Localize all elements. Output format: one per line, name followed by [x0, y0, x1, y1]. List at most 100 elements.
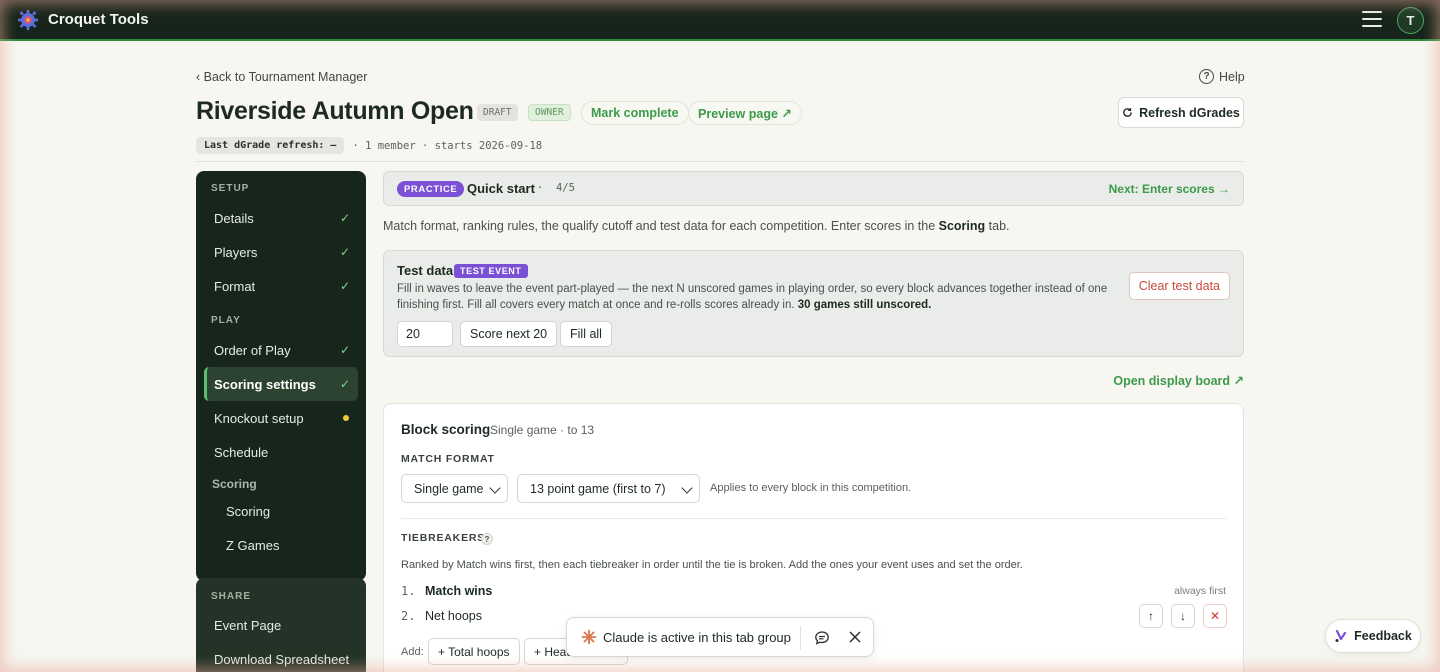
practice-tag: PRACTICE	[397, 181, 465, 197]
sidebar-item-label: Details	[214, 210, 254, 226]
test-data-title: Test data	[397, 263, 454, 278]
claude-spark-icon	[581, 629, 597, 645]
section-divider	[401, 518, 1227, 519]
dgrade-refresh-chip: Last dGrade refresh: —	[196, 137, 345, 154]
header-divider	[196, 161, 1244, 162]
quick-start-progress-value: 4/5	[555, 182, 575, 194]
chevron-down-icon	[681, 482, 693, 494]
back-to-tournament-manager-link[interactable]: ‹ Back to Tournament Manager	[196, 70, 367, 84]
event-meta: Last dGrade refresh: — · 1 member · star…	[196, 137, 542, 154]
always-first-note: always first	[1174, 585, 1226, 597]
points-select[interactable]: 13 point game (first to 7)	[517, 474, 700, 503]
sidebar-item-label: Schedule	[214, 444, 269, 460]
sidebar-item-details[interactable]: Details ✓	[204, 202, 358, 234]
remove-tiebreaker-button[interactable]: ✕	[1203, 604, 1227, 628]
sidebar-item-label: Knockout setup	[214, 410, 304, 426]
claude-status-text: Claude is active in this tab group	[603, 630, 791, 645]
preview-page-button[interactable]: Preview page ↗	[688, 101, 802, 125]
sidebar-item-label: Scoring settings	[214, 376, 316, 392]
sidebar-item-scoring[interactable]: Scoring	[216, 496, 358, 526]
block-scoring-subtitle: Single game · to 13	[490, 423, 595, 437]
mark-complete-button[interactable]: Mark complete	[581, 101, 689, 125]
claude-status-bar: Claude is active in this tab group	[566, 617, 874, 657]
sidebar-item-schedule[interactable]: Schedule	[204, 436, 358, 468]
sidebar-item-label: Download Spreadsheet	[214, 651, 350, 667]
sidebar-item-players[interactable]: Players ✓	[204, 236, 358, 268]
chat-bubble-icon[interactable]	[814, 630, 830, 646]
sidebar-item-event-page[interactable]: Event Page	[204, 609, 358, 641]
question-circle-icon: ?	[1199, 69, 1214, 84]
games-count-input[interactable]	[397, 321, 453, 347]
feedback-label: Feedback	[1354, 629, 1412, 643]
score-next-button[interactable]: Score next 20	[460, 321, 558, 347]
sidebar-section-play: PLAY	[211, 315, 241, 326]
points-value: 13 point game (first to 7)	[530, 481, 666, 496]
move-down-button[interactable]: ↓	[1171, 604, 1195, 628]
claude-bar-divider	[800, 626, 801, 650]
check-icon: ✓	[339, 245, 350, 259]
open-display-board-link[interactable]: Open display board ↗	[1113, 373, 1244, 388]
feedback-icon	[1335, 629, 1347, 642]
close-icon[interactable]	[848, 630, 862, 644]
tiebreakers-label: TIEBREAKERS	[401, 532, 486, 544]
tiebreaker-number: 2.	[401, 609, 416, 623]
check-icon: ✓	[339, 211, 350, 225]
page-title: Riverside Autumn Open	[196, 97, 474, 125]
help-label: Help	[1219, 69, 1245, 84]
sidebar-item-label: Event Page	[214, 617, 282, 633]
tiebreakers-help-icon[interactable]: ?	[481, 533, 493, 545]
block-scoring-title: Block scoring	[401, 422, 491, 437]
check-icon: ✓	[339, 279, 350, 293]
test-data-card: Test data TEST EVENT Fill in waves to le…	[383, 250, 1244, 357]
add-tiebreaker-label: Add:	[401, 646, 424, 658]
sidebar-section-share: SHARE	[211, 591, 252, 602]
match-format-label: MATCH FORMAT	[401, 453, 495, 465]
feedback-button[interactable]: Feedback	[1325, 619, 1421, 653]
chevron-down-icon	[489, 482, 501, 494]
add-total-hoops-button[interactable]: + Total hoops	[428, 638, 520, 665]
top-bar: Croquet Tools T	[0, 0, 1440, 41]
user-avatar[interactable]: T	[1397, 7, 1424, 34]
move-up-button[interactable]: ↑	[1139, 604, 1163, 628]
fill-all-button[interactable]: Fill all	[560, 321, 612, 347]
quick-start-title: Quick start	[467, 181, 535, 196]
refresh-dgrades-button[interactable]: Refresh dGrades	[1118, 97, 1244, 128]
gear-logo-icon[interactable]	[17, 9, 39, 31]
quick-start-bar: PRACTICE Quick start · 4/5 Next: Enter s…	[383, 171, 1244, 206]
next-enter-scores-link[interactable]: Next: Enter scores →	[1109, 182, 1230, 196]
tiebreaker-net-hoops: Net hoops	[425, 609, 482, 623]
app-title[interactable]: Croquet Tools	[48, 11, 149, 28]
quick-start-progress: · 4/5	[537, 182, 575, 194]
sidebar-item-order-of-play[interactable]: Order of Play ✓	[204, 334, 358, 366]
tiebreaker-match-wins: Match wins	[425, 584, 493, 598]
sidebar-item-label: Players	[214, 244, 258, 260]
sidebar-item-knockout-setup[interactable]: Knockout setup	[204, 402, 358, 434]
sidebar-item-download-spreadsheet[interactable]: Download Spreadsheet	[204, 643, 358, 672]
sidebar-item-label: Format	[214, 278, 256, 294]
test-event-tag: TEST EVENT	[454, 264, 528, 278]
scoring-settings-intro: Match format, ranking rules, the qualify…	[383, 219, 1010, 233]
arrow-down-icon: ↓	[1180, 609, 1186, 623]
sidebar-item-scoring-settings[interactable]: Scoring settings ✓	[204, 367, 358, 401]
owner-badge: OWNER	[528, 104, 571, 121]
hamburger-menu-icon[interactable]	[1362, 11, 1382, 29]
sidebar-item-z-games[interactable]: Z Games	[216, 530, 358, 560]
match-format-select[interactable]: Single game	[401, 474, 508, 503]
check-icon: ✓	[339, 377, 350, 391]
refresh-icon	[1123, 108, 1132, 117]
help-link[interactable]: ? Help	[1199, 69, 1245, 84]
sidebar-section-setup: SETUP	[211, 183, 250, 194]
sidebar-item-format[interactable]: Format ✓	[204, 270, 358, 302]
check-icon: ✓	[339, 343, 350, 357]
draft-badge: DRAFT	[477, 104, 518, 121]
match-format-value: Single game	[414, 481, 484, 496]
arrow-up-icon: ↑	[1148, 609, 1154, 623]
event-meta-text: · 1 member · starts 2026-09-18	[352, 139, 543, 152]
sidebar-group-scoring: Scoring	[212, 477, 257, 491]
clear-test-data-button[interactable]: Clear test data	[1128, 272, 1230, 300]
refresh-dgrades-label: Refresh dGrades	[1139, 105, 1240, 120]
applies-note: Applies to every block in this competiti…	[710, 482, 912, 494]
quick-start-separator: ·	[537, 182, 544, 194]
test-data-description: Fill in waves to leave the event part-pl…	[397, 283, 1108, 311]
pending-dot-icon	[343, 415, 349, 421]
